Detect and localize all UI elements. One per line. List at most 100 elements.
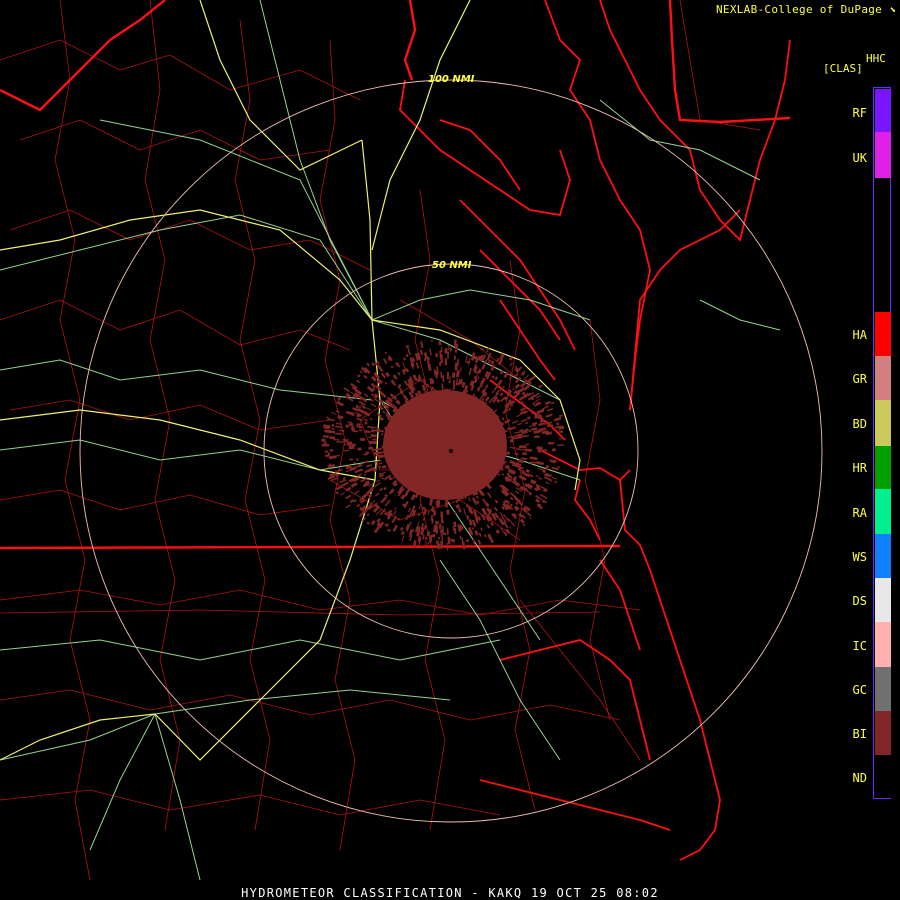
echo-speckle: [514, 383, 521, 390]
echo-speckle: [453, 521, 457, 528]
echo-speckle: [526, 512, 532, 517]
echo-speckle: [368, 436, 372, 439]
echo-speckle: [514, 490, 520, 494]
echo-speckle: [366, 362, 370, 367]
echo-speckle: [383, 486, 387, 491]
echo-speckle: [556, 422, 559, 426]
echo-speckle: [517, 422, 522, 426]
echo-speckle: [404, 380, 409, 386]
echo-speckle: [390, 379, 397, 387]
echo-speckle: [444, 358, 448, 366]
echo-speckle: [439, 362, 442, 367]
echo-speckle: [427, 510, 430, 515]
echo-speckle: [363, 418, 368, 422]
echo-speckle: [356, 379, 361, 384]
echo-speckle: [446, 371, 449, 380]
echo-speckle: [551, 476, 558, 480]
echo-speckle: [368, 446, 374, 450]
echo-speckle: [477, 376, 480, 380]
echo-speckle: [539, 418, 545, 423]
echo-speckle: [401, 535, 405, 542]
echo-speckle: [354, 490, 360, 495]
echo-speckle: [336, 400, 344, 407]
echo-speckle: [343, 387, 350, 392]
echo-speckle: [497, 473, 501, 477]
echo-speckle: [343, 439, 348, 442]
echo-speckle: [363, 393, 369, 398]
echo-speckle: [440, 371, 443, 379]
echo-speckle: [442, 525, 444, 532]
echo-speckle: [409, 522, 412, 525]
echo-speckle: [436, 540, 439, 544]
echo-speckle: [535, 475, 539, 478]
echo-speckle: [468, 496, 471, 502]
echo-speckle: [326, 416, 329, 419]
echo-speckle: [350, 482, 358, 488]
product-subcode: [CLAS]: [823, 62, 863, 75]
echo-speckle: [379, 416, 384, 421]
echo-speckle: [536, 446, 543, 450]
echo-speckle: [364, 468, 373, 474]
echo-speckle: [459, 536, 462, 539]
echo-speckle: [370, 418, 373, 421]
echo-speckle: [347, 444, 354, 446]
echo-speckle: [397, 440, 401, 443]
echo-speckle: [452, 379, 455, 385]
echo-speckle: [481, 397, 485, 402]
echo-speckle: [514, 452, 519, 455]
echo-speckle: [380, 433, 384, 436]
echo-speckle: [343, 443, 346, 446]
echo-speckle: [401, 531, 405, 536]
echo-speckle: [529, 517, 532, 520]
echo-speckle: [545, 413, 552, 418]
echo-speckle: [525, 421, 529, 425]
echo-speckle: [523, 452, 527, 455]
echo-speckle: [349, 458, 354, 461]
echo-speckle: [557, 465, 560, 469]
echo-speckle: [521, 471, 526, 475]
echo-speckle: [341, 429, 345, 433]
echo-speckle: [370, 520, 376, 526]
product-title: HYDROMETEOR CLASSIFICATION - KAKQ 19 OCT…: [241, 886, 659, 900]
echo-speckle: [446, 528, 449, 535]
echo-speckle: [458, 508, 462, 513]
echo-speckle: [414, 529, 418, 533]
echo-speckle: [490, 447, 495, 451]
echo-speckle: [496, 379, 503, 387]
echo-speckle: [446, 400, 449, 404]
echo-speckle: [443, 532, 447, 536]
echo-speckle: [451, 372, 456, 378]
echo-speckle: [366, 513, 370, 517]
legend-swatch-ra: [875, 489, 891, 534]
legend-label-gr: GR: [852, 372, 867, 386]
echo-speckle: [512, 388, 515, 391]
echo-speckle: [324, 454, 330, 458]
legend-label-bd: BD: [852, 417, 867, 431]
radar-echo-bi: [321, 339, 567, 551]
echo-speckle: [331, 423, 335, 427]
echo-speckle: [486, 354, 491, 361]
echo-speckle: [535, 498, 541, 504]
echo-speckle: [356, 417, 363, 422]
county-lines: [0, 0, 761, 881]
echo-speckle: [331, 428, 335, 430]
echo-speckle: [370, 433, 377, 438]
echo-speckle: [348, 445, 355, 450]
credit-text: NEXLAB-College of DuPage: [715, 3, 883, 16]
legend-label-ra: RA: [852, 506, 867, 520]
echo-speckle: [487, 492, 492, 499]
echo-speckle: [370, 382, 377, 388]
echo-speckle: [442, 467, 446, 474]
echo-speckle: [450, 538, 454, 542]
echo-speckle: [405, 344, 410, 349]
echo-speckle: [501, 473, 505, 476]
echo-speckle: [509, 439, 514, 443]
echo-speckle: [537, 448, 542, 452]
echo-speckle: [381, 477, 384, 480]
echo-speckle: [490, 360, 495, 365]
echo-speckle: [445, 388, 449, 395]
echo-speckle: [531, 427, 538, 431]
echo-speckle: [394, 507, 397, 511]
echo-speckle: [375, 492, 380, 497]
echo-speckle: [449, 347, 452, 352]
